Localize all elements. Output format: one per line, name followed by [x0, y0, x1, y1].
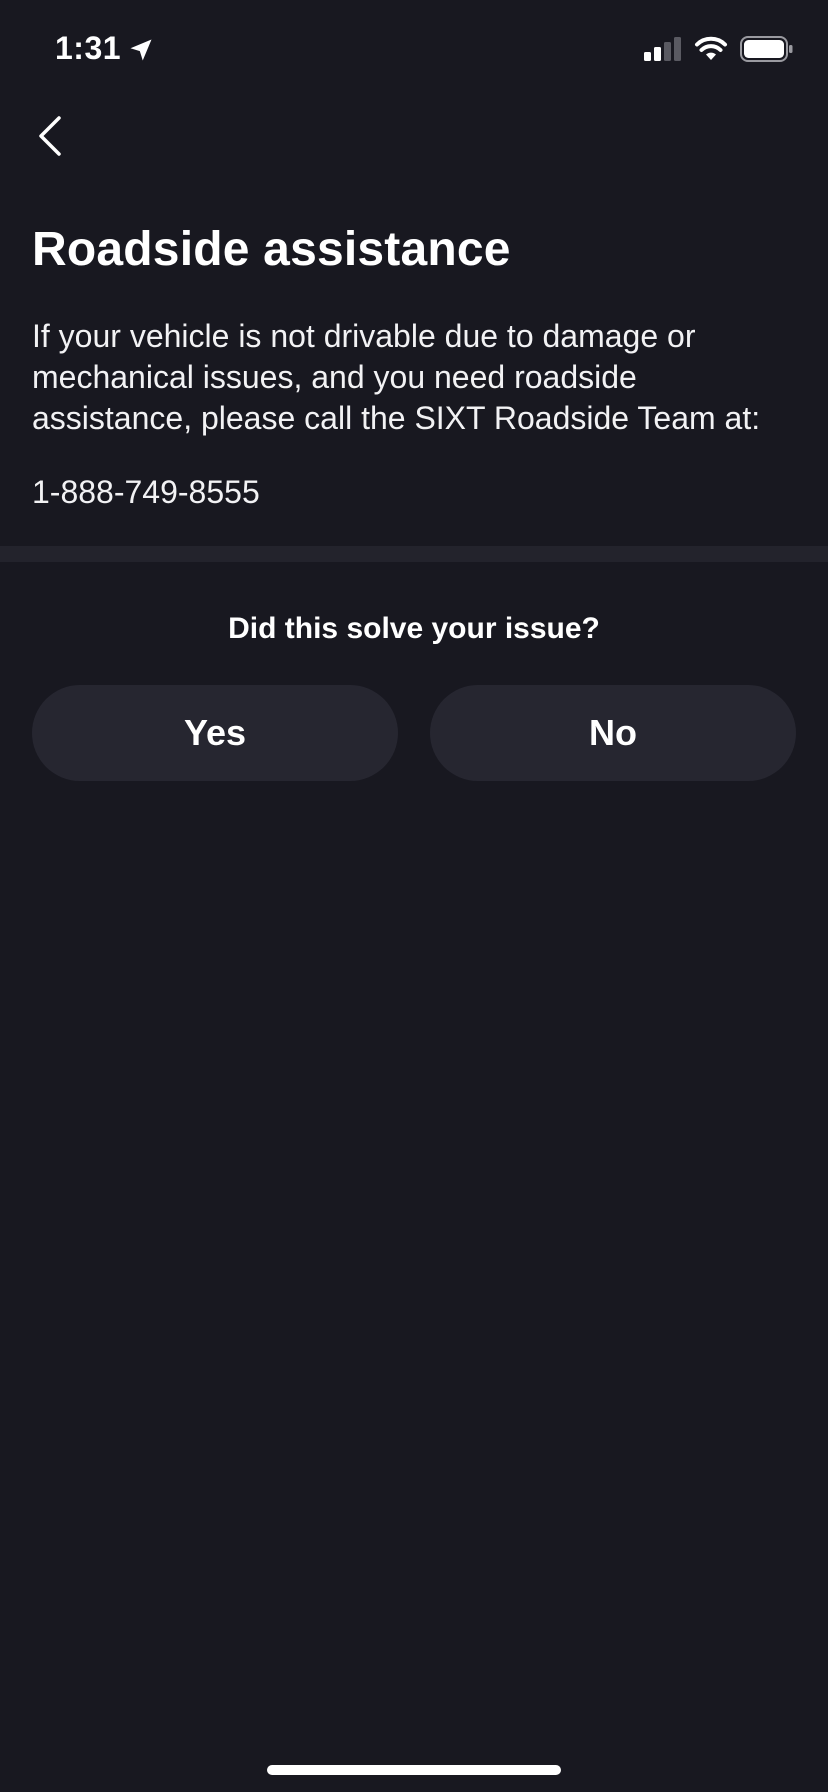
time-label: 1:31 — [55, 30, 122, 66]
yes-button[interactable]: Yes — [32, 685, 398, 781]
feedback-question: Did this solve your issue? — [228, 612, 600, 645]
status-time: 1:31 — [55, 30, 155, 67]
section-divider — [0, 546, 828, 562]
status-bar: 1:31 — [0, 0, 828, 100]
battery-icon — [740, 36, 794, 67]
back-button[interactable] — [22, 110, 78, 166]
roadside-description: If your vehicle is not drivable due to d… — [32, 318, 761, 436]
chevron-left-icon — [35, 114, 65, 163]
page-title: Roadside assistance — [32, 223, 511, 276]
roadside-phone-link[interactable]: 1-888-749-8555 — [32, 474, 260, 511]
wifi-icon — [694, 36, 728, 67]
cellular-signal-icon — [644, 37, 682, 66]
no-button[interactable]: No — [430, 685, 796, 781]
home-indicator — [267, 1765, 561, 1775]
location-arrow-icon — [127, 35, 155, 63]
status-indicators — [644, 36, 794, 67]
